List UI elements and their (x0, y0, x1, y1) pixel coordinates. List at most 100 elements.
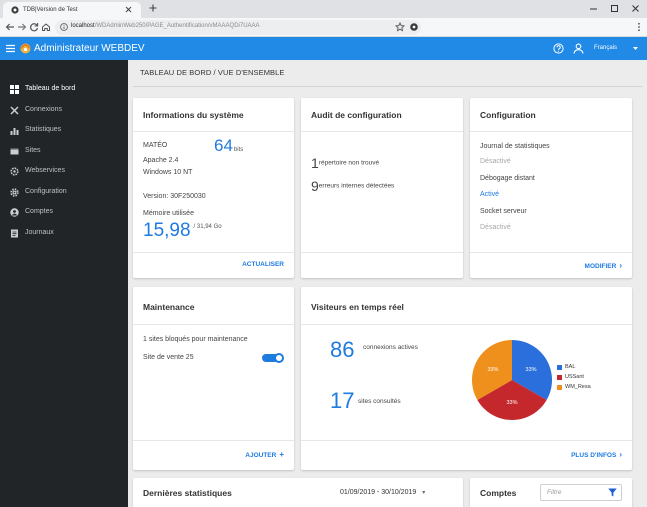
sidebar-item-comptes[interactable]: Comptes (0, 202, 128, 222)
app-title: Administrateur WEBDEV (34, 43, 145, 54)
audit-count: 9 (311, 178, 319, 194)
divider (301, 131, 463, 132)
tab-close-icon[interactable] (125, 6, 132, 13)
server-name: MATÉO (143, 142, 168, 149)
more-info-button[interactable]: PLUS D'INFOS › (571, 450, 622, 459)
card-title: Informations du système (143, 110, 244, 120)
webservices-icon (10, 167, 19, 176)
memory-label: Mémoire utilisée (143, 210, 194, 217)
help-icon[interactable] (553, 43, 564, 54)
tab-strip: TDB|Version de Test (0, 0, 647, 18)
user-icon[interactable] (573, 43, 584, 54)
url-path: /WDAdminWeb250/PAGE_Authentification/vMA… (94, 23, 260, 29)
breadcrumb: TABLEAU DE BORD / VUE D'ENSEMBLE (140, 68, 285, 77)
card-title: Comptes (480, 488, 517, 498)
accounts-filter-input[interactable]: Filtre (540, 484, 622, 501)
extension-icon[interactable] (409, 22, 419, 32)
sidebar-item-statistiques[interactable]: Statistiques (0, 120, 128, 140)
add-button[interactable]: AJOUTER + (245, 450, 284, 459)
chevron-down-icon: ▾ (422, 490, 426, 496)
sidebar-item-connexions[interactable]: Connexions (0, 100, 128, 120)
stats-card: Dernières statistiques 01/09/2019 - 30/1… (133, 478, 463, 507)
url-text[interactable]: localhost/WDAdminWeb250/PAGE_Authentific… (71, 23, 260, 29)
pie-label-ussant: 33% (506, 400, 517, 406)
divider (470, 252, 632, 253)
language-selector[interactable]: Français (594, 45, 617, 51)
browser-menu-dots-icon[interactable] (634, 22, 644, 32)
sidebar-item-tableau-de-bord[interactable]: Tableau de bord (0, 79, 128, 99)
divider (470, 131, 632, 132)
chevron-right-icon: › (619, 450, 622, 459)
visitors-card: Visiteurs en temps réel 86 connexions ac… (301, 287, 632, 470)
window-close-icon[interactable] (631, 4, 640, 13)
maximize-icon[interactable] (610, 4, 619, 13)
sidebar-item-sites[interactable]: Sites (0, 141, 128, 161)
modify-label: MODIFIER (584, 263, 617, 270)
memory-used: 15,98 (143, 220, 191, 241)
sites-visited-count: 17 (330, 388, 355, 413)
sidebar-item-configuration[interactable]: Configuration (0, 182, 128, 202)
web-server: Apache 2.4 (143, 157, 179, 164)
filter-funnel-icon[interactable] (608, 488, 617, 497)
active-connections-count: 86 (330, 337, 355, 362)
home-icon[interactable] (41, 22, 51, 32)
webdev-logo-icon (20, 43, 31, 54)
journal-icon (10, 229, 19, 238)
back-arrow-icon[interactable] (5, 22, 15, 32)
sidebar-item-label: Tableau de bord (25, 85, 76, 92)
operating-system: Windows 10 NT (143, 169, 193, 176)
browser-window: TDB|Version de Test localhost/WDAdminWeb… (0, 0, 647, 507)
setting-status: Désactivé (480, 224, 511, 231)
bookmark-star-icon[interactable] (395, 22, 405, 32)
setting-name: Journal de statistiques (480, 143, 550, 150)
modify-button[interactable]: MODIFIER › (585, 261, 622, 270)
chevron-down-icon[interactable] (633, 47, 638, 51)
hamburger-menu-icon[interactable] (6, 44, 15, 53)
maintenance-card: Maintenance 1 sites bloqués pour mainten… (133, 287, 294, 470)
app-header: Administrateur WEBDEV Français (0, 37, 647, 60)
audit-item-missing-directory[interactable]: 1répertoire non trouvé (311, 155, 379, 171)
refresh-button[interactable]: ACTUALISER (242, 261, 284, 268)
new-tab-plus-icon[interactable] (149, 4, 157, 12)
divider (133, 86, 642, 87)
date-range-selector[interactable]: 01/09/2019 - 30/10/2019 ▾ (340, 489, 425, 496)
pie-label-wm-resa: 33% (487, 367, 498, 373)
browser-toolbar: localhost/WDAdminWeb250/PAGE_Authentific… (0, 18, 647, 37)
minimize-icon[interactable] (589, 4, 598, 13)
tab-title: TDB|Version de Test (23, 7, 78, 13)
sites-icon (10, 147, 19, 156)
sites-visited-label: sites consultés (358, 398, 401, 405)
maintenance-toggle[interactable] (262, 353, 284, 363)
maintenance-site-name: Site de vente 25 (143, 354, 194, 361)
divider (133, 131, 294, 132)
browser-tab[interactable]: TDB|Version de Test (3, 2, 141, 18)
setting-name: Socket serveur (480, 208, 527, 215)
configuration-card: Configuration Journal de statistiques Dé… (470, 98, 632, 278)
sidebar-item-label: Connexions (25, 105, 62, 113)
visitors-pie-chart: 33% 33% 33% (472, 340, 552, 420)
dashboard-icon (10, 85, 19, 94)
pie-label-bal: 33% (526, 367, 537, 373)
chevron-right-icon: › (619, 261, 622, 270)
audit-item-internal-errors[interactable]: 9erreurs internes détectées (311, 178, 394, 194)
audit-text: erreurs internes détectées (318, 182, 395, 190)
sidebar-item-journaux[interactable]: Journaux (0, 223, 128, 243)
divider (133, 252, 294, 253)
more-info-label: PLUS D'INFOS (571, 452, 617, 459)
add-label: AJOUTER (245, 452, 277, 459)
audit-card: Audit de configuration 1répertoire non t… (301, 98, 463, 278)
reload-icon[interactable] (29, 22, 39, 32)
card-title: Visiteurs en temps réel (311, 302, 404, 312)
memory-usage: 15,98/ 31,94 Go (143, 220, 222, 242)
url-host: localhost (71, 23, 95, 29)
main-content: TABLEAU DE BORD / VUE D'ENSEMBLE Informa… (128, 60, 647, 507)
site-info-icon[interactable] (60, 23, 68, 31)
gear-icon (10, 187, 19, 197)
sidebar-item-webservices[interactable]: Webservices (0, 161, 128, 181)
setting-name: Débogage distant (480, 175, 535, 182)
sidebar-item-label: Webservices (25, 167, 65, 174)
divider (301, 324, 632, 325)
audit-count: 1 (311, 155, 319, 171)
forward-arrow-icon[interactable] (17, 22, 27, 32)
toggle-knob (274, 353, 284, 363)
